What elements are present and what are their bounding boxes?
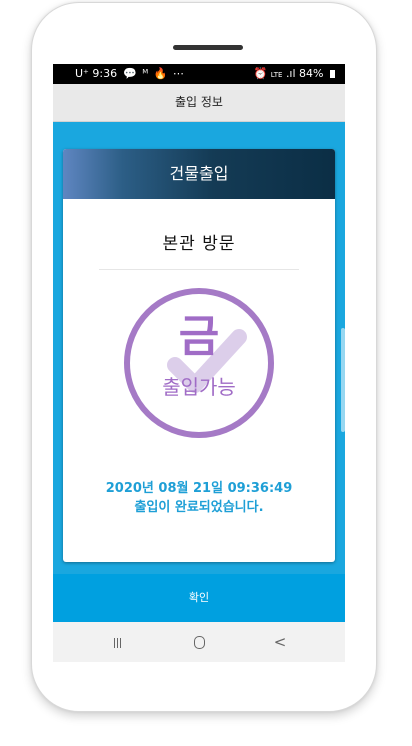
complete-message: 출입이 완료되었습니다. [134,500,264,515]
recent-apps-icon [113,637,123,648]
signal-icon: .ıl [285,67,296,80]
battery-percent: 84% [299,67,324,80]
notification-icons: 💬 ᴹ 🔥 ⋯ [123,67,185,80]
carrier-label: U⁺ [75,67,89,80]
access-card: 건물출입 본관 방문 금 출입가능 2020년 08월 21일 09:36:49… [63,149,335,562]
scrollbar[interactable] [341,328,345,432]
speaker-grille [173,45,243,50]
alarm-icon: ⏰ [253,67,268,80]
recent-apps-button[interactable] [98,622,138,662]
back-icon: < [273,633,287,651]
content-area: 건물출입 본관 방문 금 출입가능 2020년 08월 21일 09:36:49… [53,122,345,622]
app-bar: 출입 정보 [53,84,345,122]
home-button[interactable] [179,622,219,662]
system-nav-bar: < [53,622,345,662]
confirm-button-label: 확인 [188,591,210,604]
phone-screen: U⁺ 9:36 💬 ᴹ 🔥 ⋯ ⏰ LTE .ıl 84% 출입 정보 건물출입… [53,64,345,662]
confirm-button[interactable]: 확인 [53,574,345,622]
back-button[interactable]: < [260,622,300,662]
lte-label: LTE [270,71,283,79]
access-datetime: 2020년 08월 21일 09:36:49 [105,481,293,496]
status-left: U⁺ 9:36 [75,64,117,84]
status-time: 9:36 [92,67,118,80]
stamp-graphic [124,288,274,438]
divider [99,269,299,270]
card-header: 건물출입 [63,149,335,199]
stamp-label: 출입가능 [162,375,236,399]
visit-place: 본관 방문 [162,234,236,254]
battery-icon [330,70,335,78]
app-bar-title: 출입 정보 [175,95,223,109]
access-stamp: 금 출입가능 [63,283,335,443]
home-icon [193,636,205,649]
stamp-character: 금 [178,311,220,362]
status-right: ⏰ LTE .ıl 84% [254,64,335,85]
card-header-title: 건물출입 [169,164,229,183]
status-bar: U⁺ 9:36 💬 ᴹ 🔥 ⋯ ⏰ LTE .ıl 84% [53,64,345,84]
